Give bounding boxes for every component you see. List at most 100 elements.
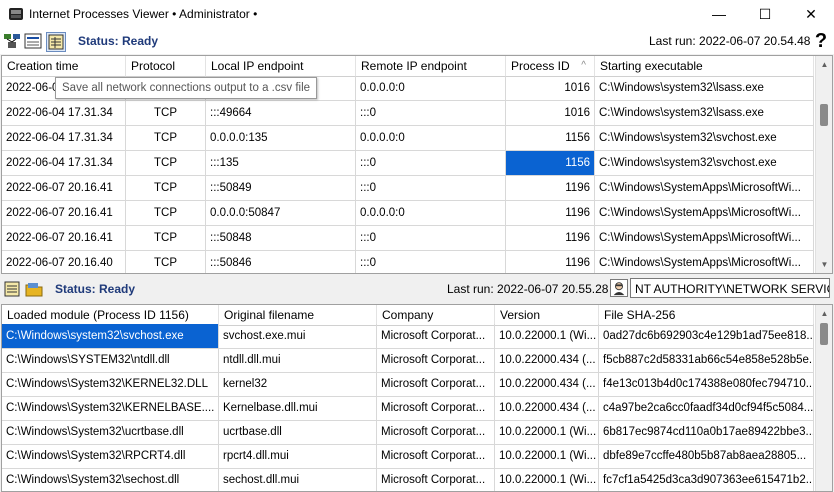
table-cell: 1156	[506, 126, 595, 151]
table-cell: C:\Windows\SystemApps\MicrosoftWi...	[595, 226, 814, 251]
table-cell: 10.0.22000.1 (Wi...	[495, 324, 599, 349]
table-cell: ucrtbase.dll	[219, 420, 377, 445]
table-cell: C:\Windows\system32\svchost.exe	[595, 126, 814, 151]
column-header[interactable]: File SHA-256	[599, 305, 814, 325]
table-cell: Microsoft Corporat...	[377, 468, 495, 491]
table-cell: f5cb887c2d58331ab66c54e858e528b5e...	[599, 348, 814, 373]
network-icon[interactable]	[3, 32, 21, 50]
table-cell: 1016	[506, 101, 595, 126]
help-icon[interactable]: ?	[810, 30, 832, 52]
table-row[interactable]: C:\Windows\System32\RPCRT4.dll rpcrt4.dll…	[2, 444, 814, 469]
table-cell: 2022-06-07 20.16.41	[2, 226, 126, 251]
account-field: NT AUTHORITY\NETWORK SERVICE	[630, 278, 830, 298]
column-header[interactable]: Loaded module (Process ID 1156)	[2, 305, 219, 325]
column-header[interactable]: Creation time	[2, 56, 126, 76]
table-row[interactable]: 2022-06-07 20.16.41 TCP:::50848:::0 1196 C:…	[2, 226, 814, 251]
table-cell: C:\Windows\System32\sechost.dll	[2, 468, 219, 491]
table-cell: TCP	[126, 176, 206, 201]
column-header[interactable]: Process ID ^	[506, 56, 595, 76]
table-cell: 1156	[506, 151, 595, 176]
column-header[interactable]: Local IP endpoint	[206, 56, 356, 76]
maximize-button[interactable]: ☐	[742, 0, 788, 28]
table-row[interactable]: 2022-06-04 17.31.34 TCP:::49664:::0 1016 C:…	[2, 101, 814, 126]
table-cell: svchost.exe.mui	[219, 324, 377, 349]
bottom-scrollbar[interactable]: ▲	[815, 305, 832, 491]
table-cell: :::50849	[206, 176, 356, 201]
table-cell: :::0	[356, 151, 506, 176]
top-status: Status: Ready	[78, 34, 159, 48]
scroll-up-icon[interactable]: ▲	[816, 56, 832, 73]
top-scrollbar-thumb[interactable]	[820, 104, 828, 126]
modules-table[interactable]: Loaded module (Process ID 1156) Original …	[1, 304, 833, 492]
table-row[interactable]: 2022-06-07 20.16.40 TCP:::50846:::0 1196 C:…	[2, 251, 814, 273]
table-row[interactable]: C:\Windows\System32\ucrtbase.dll ucrtbase…	[2, 420, 814, 445]
table-cell: sechost.dll.mui	[219, 468, 377, 491]
table-cell: :::0	[356, 101, 506, 126]
table-cell: ntdll.dll.mui	[219, 348, 377, 373]
table-row[interactable]: C:\Windows\system32\svchost.exe svchost.e…	[2, 324, 814, 349]
maximize-icon: ☐	[758, 5, 772, 22]
table-cell: C:\Windows\system32\lsass.exe	[595, 101, 814, 126]
column-header[interactable]: Version	[495, 305, 599, 325]
table-row[interactable]: 2022-06-04 17.31.34 TCP:::135:::0 1156 C:\W…	[2, 151, 814, 176]
table-cell: TCP	[126, 201, 206, 226]
table-cell: 2022-06-07 20.16.41	[2, 176, 126, 201]
table-cell: :::49664	[206, 101, 356, 126]
table-cell: f4e13c013b4d0c174388e080fec794710...	[599, 372, 814, 397]
table-cell: 1196	[506, 176, 595, 201]
minimize-button[interactable]: —	[696, 0, 742, 28]
table-cell: Microsoft Corporat...	[377, 324, 495, 349]
column-header[interactable]: Company	[377, 305, 495, 325]
table-cell: 0.0.0.0:0	[356, 76, 506, 101]
table-cell: 1196	[506, 226, 595, 251]
table-cell: TCP	[126, 126, 206, 151]
column-header[interactable]: Remote IP endpoint	[356, 56, 506, 76]
table-cell: C:\Windows\System32\RPCRT4.dll	[2, 444, 219, 469]
scroll-down-icon[interactable]: ▼	[816, 256, 832, 273]
table-cell: 2022-06-04 17.31.34	[2, 151, 126, 176]
table-row[interactable]: C:\Windows\System32\KERNEL32.DLL kernel32…	[2, 372, 814, 397]
table-cell: kernel32	[219, 372, 377, 397]
table-cell: C:\Windows\system32\lsass.exe	[595, 76, 814, 101]
tooltip: Save all network connections output to a…	[55, 77, 318, 99]
list-view-icon[interactable]	[24, 32, 42, 50]
table-cell: Kernelbase.dll.mui	[219, 396, 377, 421]
table-cell: 2022-06-07 20.16.40	[2, 251, 126, 273]
table-cell: C:\Windows\System32\KERNEL32.DLL	[2, 372, 219, 397]
close-button[interactable]: ✕	[788, 0, 834, 28]
top-toolbar: Status: Ready Last run: 2022-06-07 20.54…	[0, 28, 834, 54]
table-cell: C:\Windows\System32\ucrtbase.dll	[2, 420, 219, 445]
table-cell: rpcrt4.dll.mui	[219, 444, 377, 469]
save-csv-icon[interactable]	[46, 32, 66, 52]
table-cell: 2022-06-07 20.16.41	[2, 201, 126, 226]
table-cell: :::50846	[206, 251, 356, 273]
module-list-icon[interactable]	[3, 280, 21, 298]
scroll-up-icon[interactable]: ▲	[816, 305, 832, 322]
table-cell: :::0	[356, 176, 506, 201]
table-row[interactable]: 2022-06-07 20.16.41 TCP 0.0.0.0:50847 0.0.0…	[2, 201, 814, 226]
sort-ascending-icon: ^	[581, 60, 586, 71]
table-cell: C:\Windows\system32\svchost.exe	[2, 324, 219, 349]
column-header[interactable]: Protocol	[126, 56, 206, 76]
user-icon	[610, 279, 628, 297]
table-cell: 1196	[506, 201, 595, 226]
bottom-scrollbar-thumb[interactable]	[820, 323, 828, 345]
folder-icon[interactable]	[25, 280, 43, 298]
table-row[interactable]: C:\Windows\System32\KERNELBASE.... Kernel…	[2, 396, 814, 421]
table-cell: Microsoft Corporat...	[377, 348, 495, 373]
table-row[interactable]: 2022-06-07 20.16.41 TCP:::50849:::0 1196 C:…	[2, 176, 814, 201]
table-row[interactable]: C:\Windows\SYSTEM32\ntdll.dll ntdll.dll.m…	[2, 348, 814, 373]
table-row[interactable]: C:\Windows\System32\sechost.dll sechost.d…	[2, 468, 814, 491]
top-scrollbar[interactable]: ▲ ▼	[815, 56, 832, 273]
table-cell: C:\Windows\system32\svchost.exe	[595, 151, 814, 176]
bottom-status: Status: Ready	[55, 282, 136, 296]
table-cell: 10.0.22000.1 (Wi...	[495, 420, 599, 445]
table-row[interactable]: 2022-06-04 17.31.34 TCP 0.0.0.0:135 0.0.0.0…	[2, 126, 814, 151]
table-cell: 0.0.0.0:135	[206, 126, 356, 151]
table-cell: 10.0.22000.1 (Wi...	[495, 468, 599, 491]
top-last-run: Last run: 2022-06-07 20.54.48	[649, 34, 811, 48]
column-header[interactable]: Original filename	[219, 305, 377, 325]
table-cell: 10.0.22000.434 (...	[495, 372, 599, 397]
table-cell: 0ad27dc6b692903c4e129b1ad75ee818...	[599, 324, 814, 349]
column-header[interactable]: Starting executable	[595, 56, 814, 76]
